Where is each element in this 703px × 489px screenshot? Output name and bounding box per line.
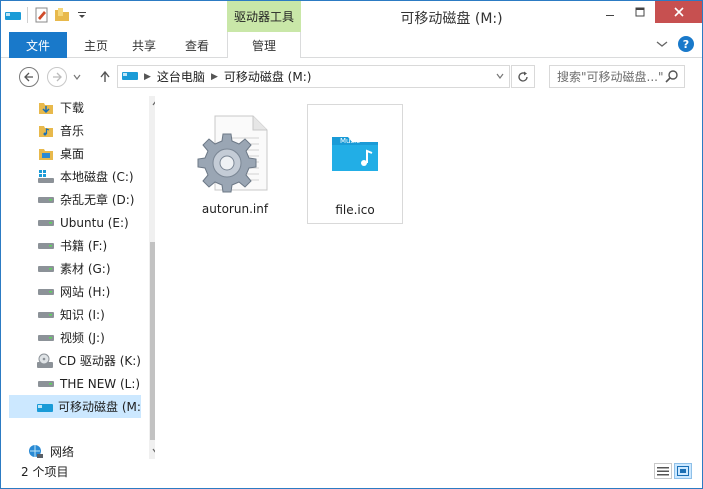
nav-item-drive-m[interactable]: 可移动磁盘 (M:) xyxy=(9,395,141,418)
nav-item-label: CD 驱动器 (K:) xyxy=(58,354,141,368)
explorer-window: 驱动器工具 可移动磁盘 (M:) 文件 主页 共享 查看 管理 ? ▶ 这台电脑… xyxy=(0,0,703,489)
removable-drive-icon xyxy=(122,69,138,84)
tab-file[interactable]: 文件 xyxy=(9,32,67,58)
cd-drive-icon xyxy=(37,353,54,369)
tab-share[interactable]: 共享 xyxy=(121,32,167,58)
item-count: 2 个项目 xyxy=(21,465,69,479)
file-item-file-ico[interactable]: Music file.ico xyxy=(307,104,403,224)
gear-settings-file-icon xyxy=(187,104,283,200)
scroll-down-chevron-icon[interactable] xyxy=(149,444,155,458)
nav-item-drive-i[interactable]: 知识 (I:) xyxy=(9,303,141,326)
nav-item-label: 网络 xyxy=(50,445,75,459)
status-bar: 2 个项目 xyxy=(1,460,702,488)
refresh-icon[interactable] xyxy=(511,65,535,88)
file-list-view: autorun.inf Music file.ico xyxy=(161,96,691,459)
breadcrumb-this-pc[interactable]: 这台电脑 xyxy=(157,68,205,85)
up-arrow-icon[interactable] xyxy=(95,67,115,87)
title-bar: 驱动器工具 可移动磁盘 (M:) xyxy=(1,1,702,32)
address-history-chevron-icon[interactable] xyxy=(491,72,509,82)
nav-item-network[interactable]: 网络 xyxy=(9,440,141,459)
tab-view[interactable]: 查看 xyxy=(173,32,221,58)
address-row: ▶ 这台电脑 ▶ 可移动磁盘 (M:) 搜索"可移动磁盘..." xyxy=(1,58,702,96)
breadcrumb: ▶ 这台电脑 ▶ 可移动磁盘 (M:) xyxy=(118,68,491,85)
nav-item-label: 知识 (I:) xyxy=(60,308,105,322)
recent-locations-chevron-icon[interactable] xyxy=(71,67,83,87)
file-name: file.ico xyxy=(335,203,375,217)
windows-drive-icon xyxy=(37,169,55,185)
nav-item-label: Ubuntu (E:) xyxy=(60,215,129,230)
drive-icon xyxy=(37,307,55,323)
tab-home[interactable]: 主页 xyxy=(73,32,119,58)
expand-ribbon-icon[interactable] xyxy=(656,37,668,51)
help-icon[interactable]: ? xyxy=(678,36,694,52)
nav-item-label: THE NEW (L:) xyxy=(60,376,141,391)
nav-item-label: 网站 (H:) xyxy=(60,285,111,299)
nav-item-label: 本地磁盘 (C:) xyxy=(60,170,134,184)
forward-arrow-icon[interactable] xyxy=(47,67,67,87)
nav-item-drive-c[interactable]: 本地磁盘 (C:) xyxy=(9,165,141,188)
drive-icon xyxy=(37,284,55,300)
nav-item-drive-j[interactable]: 视频 (J:) xyxy=(9,326,141,349)
ribbon-tab-bar: 文件 主页 共享 查看 管理 ? xyxy=(1,32,702,59)
nav-item-label: 桌面 xyxy=(60,147,85,161)
nav-item-label: 音乐 xyxy=(60,124,85,138)
drive-icon xyxy=(37,238,55,254)
close-icon[interactable] xyxy=(655,1,702,23)
nav-item-drive-f[interactable]: 书籍 (F:) xyxy=(9,234,141,257)
nav-pane-scrollbar[interactable] xyxy=(149,96,155,459)
back-arrow-icon[interactable] xyxy=(19,67,39,87)
nav-item-label: 可移动磁盘 (M:) xyxy=(58,400,141,414)
desktop-folder-icon xyxy=(37,146,55,162)
nav-item-label: 下载 xyxy=(60,101,85,115)
file-item-autorun[interactable]: autorun.inf xyxy=(187,104,283,224)
nav-item-drive-d[interactable]: 杂乱无章 (D:) xyxy=(9,188,141,211)
breadcrumb-current-drive[interactable]: 可移动磁盘 (M:) xyxy=(224,68,312,85)
nav-item-label: 视频 (J:) xyxy=(60,331,105,345)
nav-item-drive-e[interactable]: Ubuntu (E:) xyxy=(9,211,141,234)
nav-item-label: 素材 (G:) xyxy=(60,262,111,276)
music-folder-ico-icon: Music xyxy=(307,105,403,201)
nav-item-drive-g[interactable]: 素材 (G:) xyxy=(9,257,141,280)
breadcrumb-separator-icon[interactable]: ▶ xyxy=(144,72,151,82)
drive-icon xyxy=(37,192,55,208)
address-bar[interactable]: ▶ 这台电脑 ▶ 可移动磁盘 (M:) xyxy=(117,65,510,88)
nav-item-music[interactable]: 音乐 xyxy=(9,119,141,142)
drive-icon xyxy=(37,215,55,231)
window-controls xyxy=(595,1,702,23)
search-icon[interactable] xyxy=(665,69,679,83)
nav-item-drive-h[interactable]: 网站 (H:) xyxy=(9,280,141,303)
removable-drive-icon xyxy=(37,399,53,415)
drive-icon xyxy=(37,376,55,392)
nav-item-drive-k[interactable]: CD 驱动器 (K:) xyxy=(9,349,141,372)
nav-item-desktop[interactable]: 桌面 xyxy=(9,142,141,165)
drive-icon xyxy=(37,261,55,277)
breadcrumb-separator-icon[interactable]: ▶ xyxy=(211,72,218,82)
nav-item-label: 书籍 (F:) xyxy=(60,239,108,253)
download-folder-icon xyxy=(37,100,55,116)
maximize-icon[interactable] xyxy=(625,1,655,23)
tab-manage[interactable]: 管理 xyxy=(227,32,301,59)
navigation-pane: 下载 音乐 桌面 本地磁盘 (C:) 杂乱无章 (D:) Ubuntu (E:)… xyxy=(9,96,155,459)
ribbon-right-controls: ? xyxy=(656,36,694,52)
drive-icon xyxy=(37,330,55,346)
svg-text:Music: Music xyxy=(340,137,360,145)
search-input[interactable]: 搜索"可移动磁盘..." xyxy=(549,65,685,88)
details-view-icon[interactable] xyxy=(654,463,672,479)
minimize-icon[interactable] xyxy=(595,1,625,23)
network-icon xyxy=(27,444,45,460)
nav-item-drive-l[interactable]: THE NEW (L:) xyxy=(9,372,141,395)
view-switcher xyxy=(654,463,692,479)
file-name: autorun.inf xyxy=(201,202,269,216)
nav-item-label: 杂乱无章 (D:) xyxy=(60,193,135,207)
large-icons-view-icon[interactable] xyxy=(674,463,692,479)
music-folder-icon xyxy=(37,123,55,139)
scrollbar-thumb[interactable] xyxy=(150,242,155,440)
search-placeholder: 搜索"可移动磁盘..." xyxy=(557,70,664,84)
nav-item-downloads[interactable]: 下载 xyxy=(9,96,141,119)
scroll-up-chevron-icon[interactable] xyxy=(149,96,155,110)
